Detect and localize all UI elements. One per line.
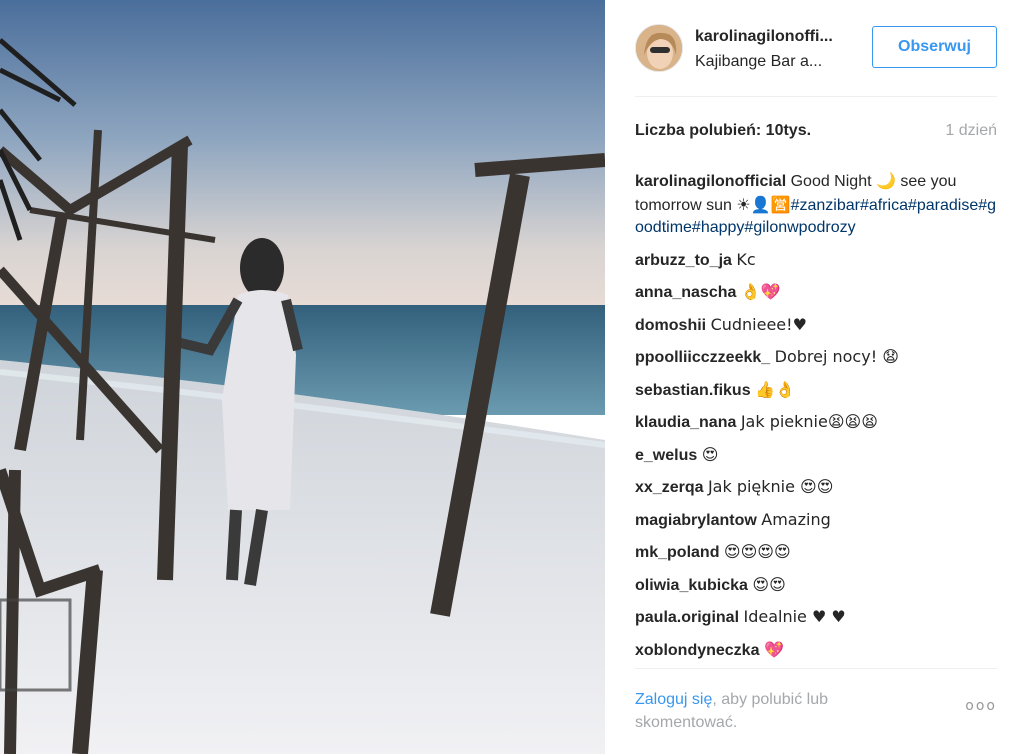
comment-author[interactable]: xx_zerqa <box>635 479 704 496</box>
comment-item: klaudia_nana Jak pieknie😫😫😫 <box>635 411 997 435</box>
moon-icon: 🌙 <box>875 171 896 190</box>
comment-author[interactable]: ppoolliicczzeekk_ <box>635 349 770 366</box>
comment-item: magiabrylantow Amazing <box>635 509 997 533</box>
comment-author[interactable]: e_welus <box>635 447 697 464</box>
comment-author[interactable]: domoshii <box>635 317 706 334</box>
comment-item: ppoolliicczzeekk_ Dobrej nocy! 😧 <box>635 346 997 370</box>
likes-count: 10tys. <box>765 122 812 139</box>
comment-text: 👌💖 <box>740 282 781 301</box>
caption-text: Good Night <box>790 173 872 190</box>
comment-item: domoshii Cudnieee!♥ <box>635 314 997 338</box>
comment-item: xx_zerqa Jak pięknie 😍😍 <box>635 476 997 500</box>
more-options-button[interactable]: ooo <box>965 698 997 714</box>
post-header: karolinagilonoffi... Kajibange Bar a... … <box>635 24 997 72</box>
comment-item: sebastian.fikus 👍👌 <box>635 379 997 403</box>
comment-text: Dobrej nocy! 😧 <box>774 347 899 366</box>
comment-author[interactable]: magiabrylantow <box>635 512 757 529</box>
post-location[interactable]: Kajibange Bar a... <box>695 52 865 72</box>
comment-author[interactable]: anna_nascha <box>635 284 736 301</box>
post-side-panel: karolinagilonoffi... Kajibange Bar a... … <box>605 0 1024 754</box>
comment-item: oliwia_kubicka 😍😍 <box>635 574 997 598</box>
sun-icon: ☀👤🈺 <box>736 194 791 214</box>
comment-author[interactable]: sebastian.fikus <box>635 382 751 399</box>
comment-text: 😍😍😍😍 <box>723 542 791 561</box>
likes-summary: Liczba polubień: 10tys. <box>635 122 811 140</box>
comment-text: Jak pięknie 😍😍 <box>707 477 834 496</box>
beach-photo-image <box>0 0 605 754</box>
comment-text: Kc <box>736 249 756 269</box>
likes-label: Liczba polubień: <box>635 122 762 139</box>
comment-text: 😍😍 <box>752 574 786 594</box>
caption: karolinagilonofficial Good Night 🌙 see y… <box>635 170 997 240</box>
comment-item: xoblondyneczka 💖 <box>635 639 997 663</box>
comment-item: e_welus 😍 <box>635 444 997 468</box>
comment-item: paula.original Idealnie ♥ ♥ <box>635 606 997 630</box>
post-footer: Zaloguj się, aby polubić lub skomentować… <box>635 688 997 738</box>
comment-item: mk_poland 😍😍😍😍 <box>635 541 997 565</box>
avatar-image <box>636 25 682 71</box>
comments-list: karolinagilonofficial Good Night 🌙 see y… <box>635 170 997 666</box>
comment-author[interactable]: arbuzz_to_ja <box>635 252 732 269</box>
comment-item: arbuzz_to_ja Kc <box>635 249 997 273</box>
caption-author[interactable]: karolinagilonofficial <box>635 173 786 190</box>
comment-item: anna_nascha 👌💖 <box>635 281 997 305</box>
comment-text: Idealnie ♥ ♥ <box>743 607 846 626</box>
comment-text: Amazing <box>761 509 831 529</box>
author-username[interactable]: karolinagilonoffi... <box>695 27 865 47</box>
post-photo <box>0 0 605 754</box>
header-divider <box>635 96 997 97</box>
comment-author[interactable]: klaudia_nana <box>635 414 736 431</box>
login-prompt: Zaloguj się, aby polubić lub skomentować… <box>635 688 895 734</box>
comment-text: Jak pieknie😫😫😫 <box>740 412 878 431</box>
comment-text: 👍👌 <box>755 379 795 399</box>
footer-divider <box>635 668 997 669</box>
post-stats: Liczba polubień: 10tys. 1 dzień <box>635 122 997 144</box>
login-link[interactable]: Zaloguj się <box>635 691 712 708</box>
follow-button[interactable]: Obserwuj <box>872 26 997 68</box>
comment-text: 😍 <box>701 444 719 464</box>
comment-text: Cudnieee!♥ <box>710 314 807 334</box>
comment-text: 💖 <box>763 639 784 659</box>
comment-author[interactable]: oliwia_kubicka <box>635 577 748 594</box>
comment-author[interactable]: xoblondyneczka <box>635 642 759 659</box>
post-timestamp[interactable]: 1 dzień <box>945 122 997 140</box>
comment-author[interactable]: paula.original <box>635 609 739 626</box>
comment-author[interactable]: mk_poland <box>635 544 719 561</box>
author-block: karolinagilonoffi... Kajibange Bar a... <box>695 27 865 72</box>
avatar[interactable] <box>635 24 683 72</box>
